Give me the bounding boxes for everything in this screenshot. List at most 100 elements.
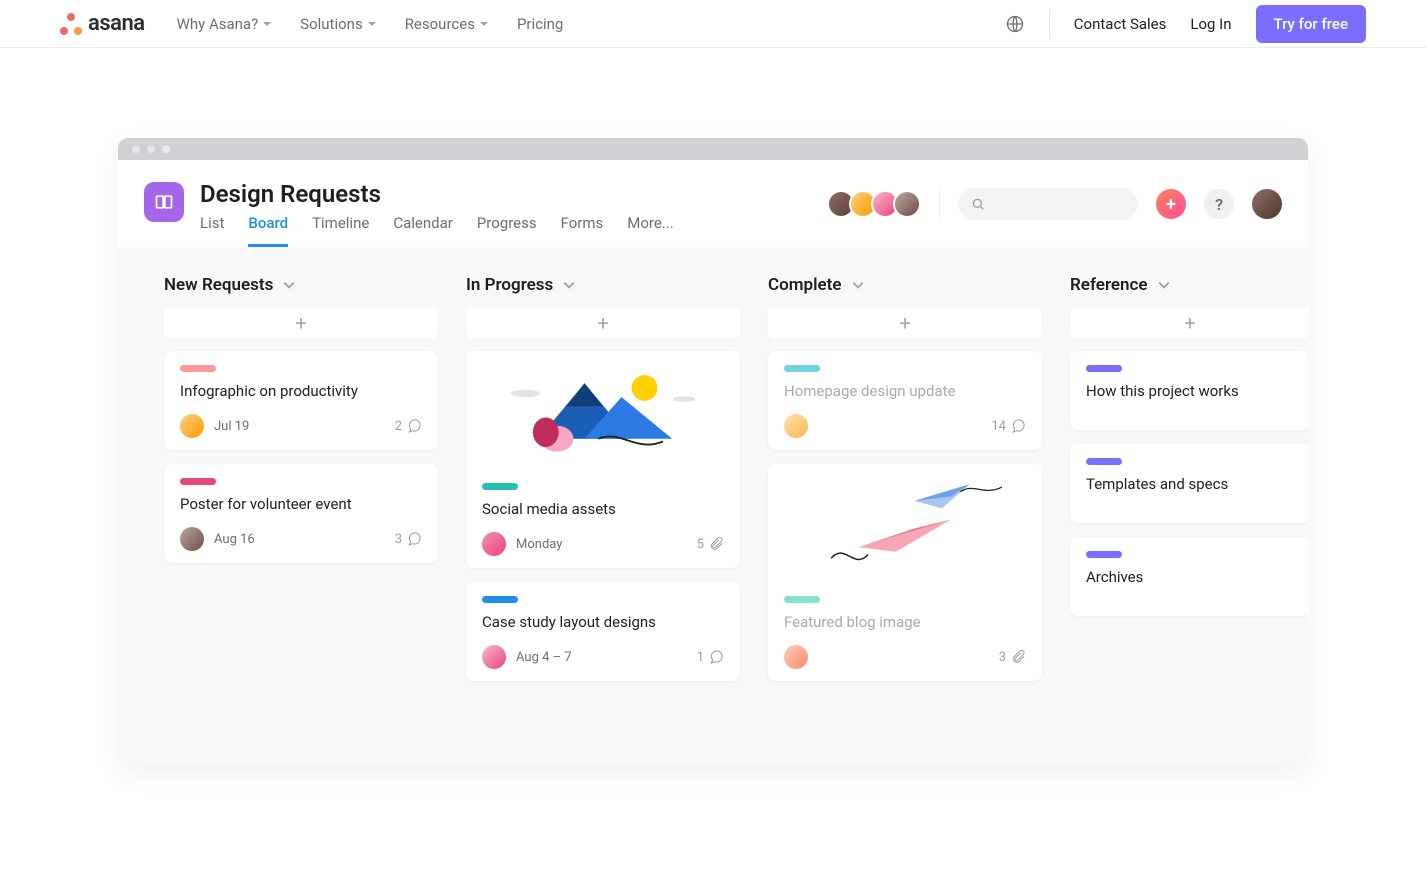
comment-count: 3 — [395, 532, 402, 547]
nav-solutions[interactable]: Solutions — [300, 15, 377, 33]
column-complete: Complete + Homepage design update 14 — [768, 275, 1042, 695]
nav-why-asana[interactable]: Why Asana? — [177, 15, 273, 33]
task-tag — [784, 365, 820, 372]
task-card[interactable]: How this project works — [1070, 351, 1308, 430]
tab-more[interactable]: More... — [627, 214, 673, 247]
comment-icon — [406, 418, 422, 434]
divider — [939, 186, 940, 222]
task-card[interactable]: Social media assets Monday 5 — [466, 351, 740, 568]
task-tag — [180, 365, 216, 372]
app-window: Design Requests List Board Timeline Cale… — [118, 138, 1308, 765]
search-input[interactable] — [958, 188, 1138, 220]
project-title: Design Requests — [200, 180, 674, 208]
task-title: Archives — [1086, 568, 1294, 586]
attachment-icon — [708, 536, 724, 552]
add-card-button[interactable]: + — [466, 307, 740, 339]
tab-list[interactable]: List — [200, 214, 224, 247]
column-header[interactable]: In Progress — [466, 275, 740, 295]
assignee-avatar — [784, 645, 808, 669]
task-date: Monday — [516, 537, 562, 552]
assignee-avatar — [482, 645, 506, 669]
task-date: Aug 4 – 7 — [516, 650, 572, 665]
assignee-avatar — [180, 414, 204, 438]
chevron-down-icon — [367, 19, 377, 29]
task-title: Poster for volunteer event — [180, 495, 422, 513]
chevron-down-icon — [262, 19, 272, 29]
assignee-avatar — [482, 532, 506, 556]
tab-calendar[interactable]: Calendar — [393, 214, 453, 247]
task-tag — [1086, 458, 1122, 465]
task-title: Templates and specs — [1086, 475, 1294, 493]
task-card[interactable]: Homepage design update 14 — [768, 351, 1042, 450]
task-tag — [482, 596, 518, 603]
tab-timeline[interactable]: Timeline — [312, 214, 369, 247]
nav-links: Why Asana? Solutions Resources Pricing — [177, 15, 564, 33]
assignee-avatar — [784, 414, 808, 438]
project-icon — [144, 182, 184, 222]
column-header[interactable]: New Requests — [164, 275, 438, 295]
chevron-down-icon — [852, 279, 864, 291]
card-illustration — [768, 464, 1042, 584]
tab-board[interactable]: Board — [248, 214, 288, 247]
comment-icon — [708, 649, 724, 665]
help-button[interactable]: ? — [1204, 189, 1234, 219]
add-card-button[interactable]: + — [164, 307, 438, 339]
chevron-down-icon — [1158, 279, 1170, 291]
column-reference: Reference + How this project works Templ… — [1070, 275, 1308, 630]
task-title: Homepage design update — [784, 382, 1026, 400]
task-card[interactable]: Featured blog image 3 — [768, 464, 1042, 681]
add-card-button[interactable]: + — [768, 307, 1042, 339]
nav-pricing[interactable]: Pricing — [517, 15, 563, 33]
global-add-button[interactable]: + — [1156, 189, 1186, 219]
card-illustration — [466, 351, 740, 471]
task-card[interactable]: Poster for volunteer event Aug 16 3 — [164, 464, 438, 563]
brand-logo[interactable]: asana — [60, 11, 145, 36]
task-tag — [1086, 365, 1122, 372]
column-header[interactable]: Complete — [768, 275, 1042, 295]
login-link[interactable]: Log In — [1190, 15, 1231, 33]
contact-sales-link[interactable]: Contact Sales — [1074, 15, 1167, 33]
project-header: Design Requests List Board Timeline Cale… — [118, 160, 1308, 247]
task-title: Infographic on productivity — [180, 382, 422, 400]
globe-icon[interactable] — [1005, 14, 1025, 34]
tab-forms[interactable]: Forms — [561, 214, 604, 247]
divider — [1049, 9, 1050, 39]
comment-icon — [406, 531, 422, 547]
chevron-down-icon — [479, 19, 489, 29]
comment-count: 2 — [395, 419, 402, 434]
comment-count: 14 — [991, 419, 1006, 434]
nav-resources[interactable]: Resources — [405, 15, 489, 33]
current-user-avatar[interactable] — [1252, 189, 1282, 219]
task-title: Featured blog image — [784, 613, 1026, 631]
project-tabs: List Board Timeline Calendar Progress Fo… — [200, 214, 674, 247]
task-card[interactable]: Case study layout designs Aug 4 – 7 1 — [466, 582, 740, 681]
try-for-free-button[interactable]: Try for free — [1256, 5, 1367, 43]
chevron-down-icon — [283, 279, 295, 291]
kanban-board: New Requests + Infographic on productivi… — [118, 247, 1308, 765]
search-icon — [970, 196, 986, 212]
task-title: Case study layout designs — [482, 613, 724, 631]
assignee-avatar — [180, 527, 204, 551]
comment-count: 1 — [697, 650, 704, 665]
project-members[interactable] — [827, 190, 921, 218]
add-card-button[interactable]: + — [1070, 307, 1308, 339]
logo-icon — [60, 13, 82, 35]
attachment-icon — [1010, 649, 1026, 665]
task-tag — [784, 596, 820, 603]
column-new-requests: New Requests + Infographic on productivi… — [164, 275, 438, 577]
attachment-count: 5 — [697, 537, 704, 552]
task-tag — [482, 483, 518, 490]
task-date: Jul 19 — [214, 419, 249, 434]
comment-icon — [1010, 418, 1026, 434]
task-card[interactable]: Archives — [1070, 537, 1308, 616]
task-card[interactable]: Infographic on productivity Jul 19 2 — [164, 351, 438, 450]
window-titlebar — [118, 138, 1308, 160]
attachment-count: 3 — [999, 650, 1006, 665]
task-card[interactable]: Templates and specs — [1070, 444, 1308, 523]
task-tag — [180, 478, 216, 485]
avatar — [893, 190, 921, 218]
tab-progress[interactable]: Progress — [477, 214, 537, 247]
column-header[interactable]: Reference — [1070, 275, 1308, 295]
task-date: Aug 16 — [214, 532, 255, 547]
task-title: How this project works — [1086, 382, 1294, 400]
